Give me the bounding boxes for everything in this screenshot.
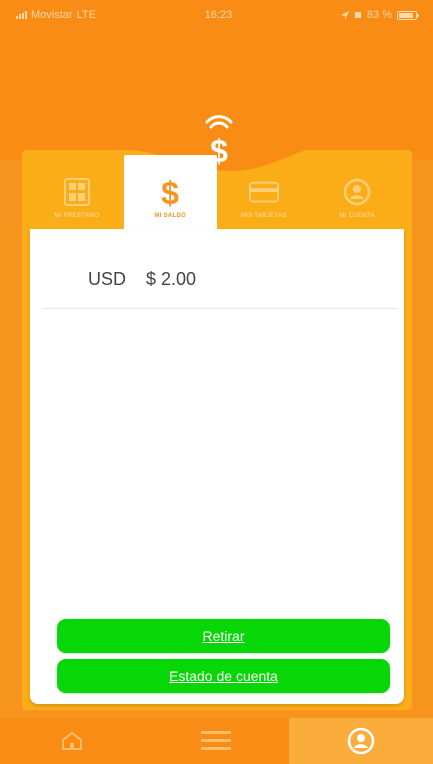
- calculator-icon: [62, 177, 92, 207]
- dollar-icon: $: [155, 176, 185, 208]
- balance-card: USD $ 2.00 Retirar Estado de cuenta: [30, 229, 404, 704]
- status-right: 83 %: [340, 9, 419, 21]
- status-left: Movistar LTE: [16, 9, 96, 21]
- balance-amount: $ 2.00: [146, 269, 197, 289]
- nav-home[interactable]: [0, 718, 144, 764]
- network-type: LTE: [76, 9, 96, 21]
- account-icon: [342, 177, 372, 207]
- account-statement-button[interactable]: Estado de cuenta: [57, 659, 390, 693]
- tab-mi-saldo[interactable]: $ MI SALDO: [123, 155, 217, 229]
- tab-label: MIS TARJETAS: [240, 213, 287, 219]
- bottom-nav: [0, 718, 433, 764]
- status-bar: Movistar LTE 16:23 83 %: [0, 0, 433, 30]
- balance-currency: USD: [88, 269, 127, 289]
- section-tabs: MI PRESTAMO $ MI SALDO MIS TARJETAS MI C…: [30, 155, 404, 229]
- menu-icon: [201, 731, 232, 750]
- tab-mi-prestamo[interactable]: MI PRESTAMO: [30, 155, 124, 229]
- home-icon: [62, 732, 83, 750]
- profile-icon: [347, 727, 375, 755]
- signal-icon: [16, 11, 27, 19]
- svg-text:$: $: [161, 176, 179, 208]
- tab-mis-tarjetas[interactable]: MIS TARJETAS: [217, 155, 311, 229]
- carrier-name: Movistar: [31, 9, 73, 21]
- tab-label: MI SALDO: [154, 213, 187, 219]
- card-icon: [248, 177, 279, 207]
- withdraw-button[interactable]: Retirar: [57, 619, 390, 653]
- nav-menu[interactable]: [144, 718, 288, 764]
- divider: [42, 308, 398, 309]
- location-icon: [340, 10, 349, 20]
- battery-percent: 83 %: [366, 9, 392, 21]
- alarm-icon: [354, 12, 361, 18]
- battery-icon: [397, 10, 419, 20]
- tab-mi-cuenta[interactable]: MI CUENTA: [311, 155, 405, 229]
- status-time: 16:23: [204, 9, 233, 21]
- tab-label: MI CUENTA: [339, 213, 375, 219]
- balance-row: USD $ 2.00: [88, 269, 196, 290]
- nav-profile[interactable]: [288, 718, 433, 764]
- tab-label: MI PRESTAMO: [54, 213, 100, 219]
